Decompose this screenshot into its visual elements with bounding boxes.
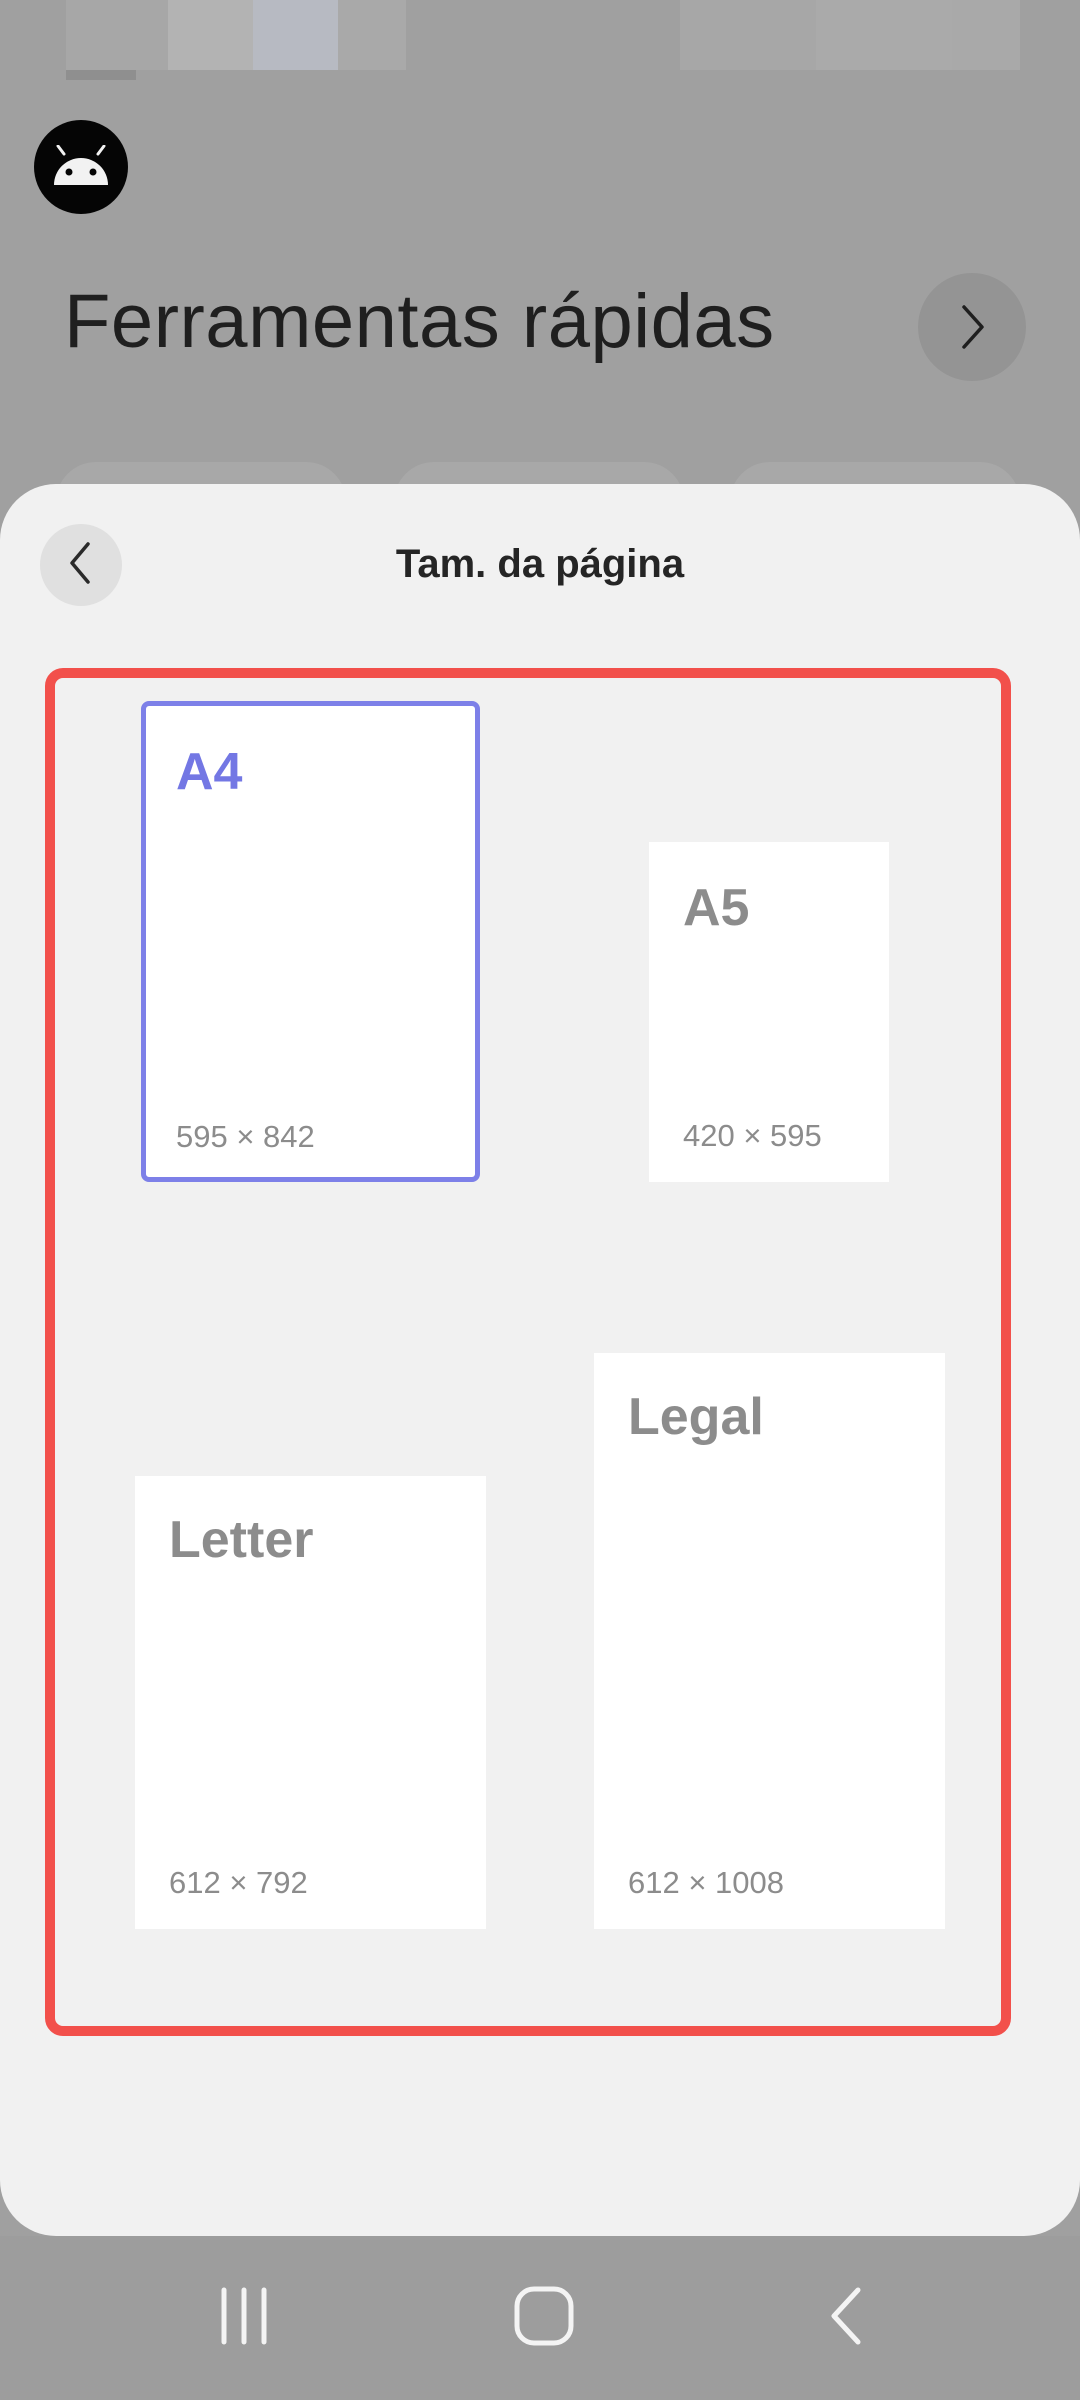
android-icon: [34, 120, 128, 214]
back-icon: [824, 2284, 868, 2353]
sheet-title: Tam. da página: [395, 542, 685, 586]
page-size-dimensions: 420 × 595: [683, 1118, 822, 1153]
home-button[interactable]: [464, 2236, 624, 2400]
page-size-dimensions: 595 × 842: [176, 1119, 315, 1154]
page-size-option-letter[interactable]: Letter 612 × 792: [135, 1476, 486, 1929]
top-image-strip-left: [66, 0, 406, 70]
recents-icon: [214, 2286, 274, 2351]
page-size-dimensions: 612 × 1008: [628, 1865, 785, 1900]
quick-tools-title: Ferramentas rápidas: [64, 279, 775, 364]
page-size-dimensions: 612 × 792: [169, 1865, 308, 1900]
page-size-name: A4: [176, 743, 243, 801]
page-size-name: A5: [683, 879, 750, 937]
nav-back-button[interactable]: [766, 2236, 926, 2400]
home-icon: [512, 2284, 576, 2353]
page-size-name: Letter: [169, 1511, 314, 1569]
chevron-right-icon[interactable]: [918, 273, 1026, 381]
recents-button[interactable]: [164, 2236, 324, 2400]
page-size-option-a5[interactable]: A5 420 × 595: [649, 842, 889, 1182]
top-strip-indicator: [66, 70, 136, 80]
page-size-option-legal[interactable]: Legal 612 × 1008: [594, 1353, 945, 1929]
top-image-strip-right: [680, 0, 1020, 70]
page-size-name: Legal: [628, 1388, 764, 1446]
system-navigation-bar: [0, 2236, 1080, 2400]
page-size-option-a4[interactable]: A4 595 × 842: [141, 701, 480, 1182]
